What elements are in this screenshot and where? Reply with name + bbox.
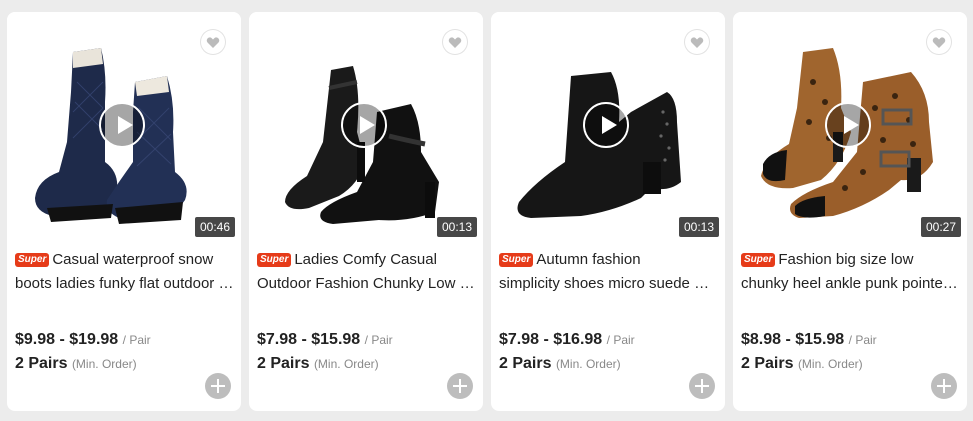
moq-value: 2 Pairs: [15, 355, 68, 372]
price-unit: / Pair: [364, 333, 393, 347]
play-icon[interactable]: [825, 102, 871, 148]
product-card[interactable]: 00:27 Super Fashion big size low chunky h…: [733, 12, 967, 411]
price-range: $7.98 - $15.98 / Pair: [257, 331, 393, 349]
favorite-heart-icon[interactable]: [927, 30, 951, 54]
price-value: $7.98 - $16.98: [499, 331, 603, 348]
product-title-line2: boots ladies funky flat outdoor …: [15, 275, 234, 292]
favorite-heart-icon[interactable]: [685, 30, 709, 54]
product-media[interactable]: 00:27: [733, 12, 967, 244]
moq-unit: (Min. Order): [313, 357, 379, 371]
moq-unit: (Min. Order): [555, 357, 621, 371]
price-value: $7.98 - $15.98: [257, 331, 361, 348]
min-order: 2 Pairs (Min. Order): [15, 355, 137, 373]
product-grid: 00:46 Super Casual waterproof snow boots …: [0, 0, 973, 421]
video-duration: 00:13: [678, 217, 719, 237]
product-title-line1: Autumn fashion: [536, 251, 641, 268]
product-card[interactable]: 00:46 Super Casual waterproof snow boots …: [7, 12, 241, 411]
price-unit: / Pair: [606, 333, 635, 347]
price-value: $9.98 - $19.98: [15, 331, 119, 348]
favorite-heart-icon[interactable]: [201, 30, 225, 54]
moq-value: 2 Pairs: [257, 355, 310, 372]
price-range: $8.98 - $15.98 / Pair: [741, 331, 877, 349]
product-title-line1: Casual waterproof snow: [52, 251, 214, 268]
favorite-heart-icon[interactable]: [443, 30, 467, 54]
product-media[interactable]: 00:46: [7, 12, 241, 244]
play-icon[interactable]: [341, 102, 387, 148]
product-title[interactable]: Super Casual waterproof snow boots ladies…: [15, 248, 235, 296]
super-badge: Super: [257, 253, 292, 267]
add-plus-icon[interactable]: [447, 373, 473, 399]
price-unit: / Pair: [122, 333, 151, 347]
price-range: $9.98 - $19.98 / Pair: [15, 331, 151, 349]
product-title-line2: chunky heel ankle punk pointe…: [741, 275, 958, 292]
price-range: $7.98 - $16.98 / Pair: [499, 331, 635, 349]
super-badge: Super: [15, 253, 50, 267]
video-duration: 00:27: [920, 217, 961, 237]
price-value: $8.98 - $15.98: [741, 331, 845, 348]
add-plus-icon[interactable]: [205, 373, 231, 399]
add-plus-icon[interactable]: [931, 373, 957, 399]
product-title-line1: Fashion big size low: [778, 251, 914, 268]
min-order: 2 Pairs (Min. Order): [499, 355, 621, 373]
moq-value: 2 Pairs: [741, 355, 794, 372]
product-title[interactable]: Super Autumn fashion simplicity shoes mic…: [499, 248, 719, 296]
super-badge: Super: [499, 253, 534, 267]
price-unit: / Pair: [848, 333, 877, 347]
product-media[interactable]: 00:13: [249, 12, 483, 244]
moq-unit: (Min. Order): [797, 357, 863, 371]
min-order: 2 Pairs (Min. Order): [257, 355, 379, 373]
product-title-line1: Ladies Comfy Casual: [294, 251, 437, 268]
product-title-line2: simplicity shoes micro suede …: [499, 275, 710, 292]
product-media[interactable]: 00:13: [491, 12, 725, 244]
super-badge: Super: [741, 253, 776, 267]
moq-unit: (Min. Order): [71, 357, 137, 371]
add-plus-icon[interactable]: [689, 373, 715, 399]
product-card[interactable]: 00:13 Super Ladies Comfy Casual Outdoor F…: [249, 12, 483, 411]
play-icon[interactable]: [99, 102, 145, 148]
video-duration: 00:46: [194, 217, 235, 237]
product-card[interactable]: 00:13 Super Autumn fashion simplicity sho…: [491, 12, 725, 411]
min-order: 2 Pairs (Min. Order): [741, 355, 863, 373]
video-duration: 00:13: [436, 217, 477, 237]
product-title-line2: Outdoor Fashion Chunky Low …: [257, 275, 475, 292]
product-title[interactable]: Super Ladies Comfy Casual Outdoor Fashion…: [257, 248, 477, 296]
moq-value: 2 Pairs: [499, 355, 552, 372]
product-title[interactable]: Super Fashion big size low chunky heel an…: [741, 248, 961, 296]
play-icon[interactable]: [583, 102, 629, 148]
